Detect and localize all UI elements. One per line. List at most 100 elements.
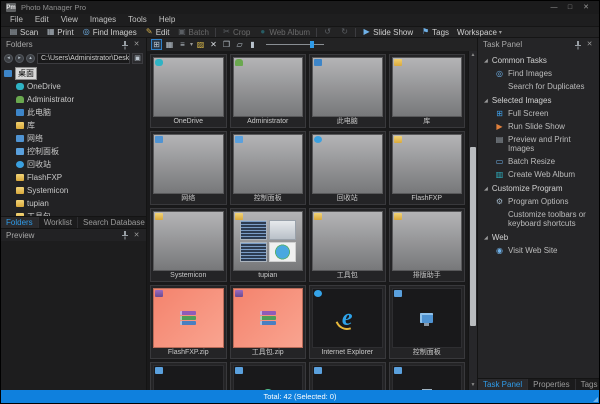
grid-item-item[interactable]: 控制面板: [388, 285, 465, 359]
task-item-find-images[interactable]: Find Images: [478, 67, 599, 80]
tree-item-item[interactable]: 桌面: [1, 67, 146, 80]
close-icon[interactable]: [585, 40, 594, 49]
tree-item-item[interactable]: 网络: [1, 132, 146, 145]
minimize-button[interactable]: —: [546, 1, 562, 14]
grid-item-zip[interactable]: 工具包.zip: [229, 285, 306, 359]
tree-item-onedrive[interactable]: OneDrive: [1, 80, 146, 93]
grid-item-app-windows[interactable]: [150, 362, 227, 390]
delete-button[interactable]: [208, 39, 219, 50]
task-section-selected-images[interactable]: ◢ Selected Images: [478, 93, 599, 107]
scroll-up-icon[interactable]: ▲: [469, 51, 477, 60]
toolbar-rotate-right[interactable]: [336, 26, 353, 38]
task-section-web[interactable]: ◢ Web: [478, 230, 599, 244]
tree-item-tupian[interactable]: tupian: [1, 197, 146, 210]
close-icon[interactable]: [132, 40, 141, 49]
toolbar-crop[interactable]: Crop: [218, 26, 254, 38]
grid-item-item[interactable]: 回收站: [309, 131, 386, 205]
grid-item-app-edge[interactable]: [229, 362, 306, 390]
thumbnails-view-button[interactable]: [151, 39, 162, 50]
menu-view[interactable]: View: [55, 14, 84, 26]
menu-help[interactable]: Help: [153, 14, 181, 26]
grid-item-item[interactable]: 网络: [150, 131, 227, 205]
grid-item-tupian[interactable]: tupian: [229, 208, 306, 282]
toolbar-find-images[interactable]: Find Images: [78, 26, 141, 38]
tab-search-database[interactable]: Search Database: [78, 217, 151, 228]
task-item-visit-web-site[interactable]: Visit Web Site: [478, 244, 599, 257]
new-folder-button[interactable]: [195, 39, 206, 50]
tree-item-administrator[interactable]: Administrator: [1, 93, 146, 106]
pin-icon[interactable]: [575, 40, 581, 49]
move-button[interactable]: [234, 39, 245, 50]
toolbar-edit[interactable]: Edit: [141, 26, 174, 38]
close-button[interactable]: ✕: [578, 1, 594, 14]
toolbar-rotate-left[interactable]: [319, 26, 336, 38]
task-item-run-slide-show[interactable]: Run Slide Show: [478, 120, 599, 133]
menu-tools[interactable]: Tools: [122, 14, 153, 26]
tree-item-item[interactable]: 此电脑: [1, 106, 146, 119]
scrollbar-thumb[interactable]: [470, 146, 476, 327]
toolbar-slide-show[interactable]: Slide Show: [358, 26, 417, 38]
toolbar-workspace[interactable]: Workspace ▾: [453, 26, 506, 38]
toolbar-batch[interactable]: Batch: [174, 26, 213, 38]
scrollbar-track[interactable]: [469, 60, 477, 381]
menu-file[interactable]: File: [4, 14, 29, 26]
task-item-batch-resize[interactable]: Batch Resize: [478, 155, 599, 168]
task-item-preview-and-print-images[interactable]: Preview and Print Images: [478, 133, 599, 155]
chevron-down-icon[interactable]: ▾: [190, 41, 193, 48]
tab-folders[interactable]: Folders: [1, 217, 39, 228]
grid-item-item[interactable]: 排版助手: [388, 208, 465, 282]
tab-properties[interactable]: Properties: [528, 379, 576, 390]
zoom-slider[interactable]: [266, 40, 325, 49]
task-item-search-for-duplicates[interactable]: Search for Duplicates: [478, 80, 599, 93]
tree-item-item[interactable]: 库: [1, 119, 146, 132]
resize-grip[interactable]: [593, 397, 598, 402]
vertical-scrollbar[interactable]: ▲ ▼: [468, 51, 477, 390]
tab-task-panel[interactable]: Task Panel: [478, 379, 529, 390]
grid-item-app-fax[interactable]: [388, 362, 465, 390]
grid-item-flashfxp[interactable]: FlashFXP: [388, 131, 465, 205]
grid-item-item[interactable]: 控制面板: [229, 131, 306, 205]
toolbar-scan[interactable]: Scan: [5, 26, 42, 38]
up-button[interactable]: ▴: [26, 53, 35, 63]
grid-item-onedrive[interactable]: OneDrive: [150, 54, 227, 128]
browse-folder-button[interactable]: ▣: [132, 52, 143, 64]
task-item-program-options[interactable]: Program Options: [478, 195, 599, 208]
grid-item-item[interactable]: 工具包: [309, 208, 386, 282]
task-section-common-tasks[interactable]: ◢ Common Tasks: [478, 53, 599, 67]
task-section-customize-program[interactable]: ◢ Customize Program: [478, 181, 599, 195]
toolbar-print[interactable]: Print: [42, 26, 77, 38]
details-view-button[interactable]: [164, 39, 175, 50]
copy-button[interactable]: [221, 39, 232, 50]
pin-icon[interactable]: [122, 231, 128, 239]
menu-edit[interactable]: Edit: [29, 14, 55, 26]
erase-button[interactable]: [247, 39, 258, 50]
forward-button[interactable]: ▸: [15, 53, 24, 63]
tree-item-flashfxp[interactable]: FlashFXP: [1, 171, 146, 184]
tab-worklist[interactable]: Worklist: [39, 217, 78, 228]
grid-item-app-ie[interactable]: e: [309, 362, 386, 390]
tab-tags[interactable]: Tags: [576, 379, 599, 390]
task-item-full-screen[interactable]: Full Screen: [478, 107, 599, 120]
tree-item-systemicon[interactable]: Systemicon: [1, 184, 146, 197]
grid-item-systemicon[interactable]: Systemicon: [150, 208, 227, 282]
sort-button[interactable]: [177, 39, 188, 50]
grid-item-administrator[interactable]: Administrator: [229, 54, 306, 128]
task-item-create-web-album[interactable]: Create Web Album: [478, 168, 599, 181]
tree-item-item[interactable]: 回收站: [1, 158, 146, 171]
grid-item-flashfxp-zip[interactable]: FlashFXP.zip: [150, 285, 227, 359]
grid-item-item[interactable]: 此电脑: [309, 54, 386, 128]
toolbar-web-album[interactable]: Web Album: [254, 26, 314, 38]
menu-images[interactable]: Images: [84, 14, 122, 26]
scroll-down-icon[interactable]: ▼: [469, 381, 477, 390]
grid-item-internet-explorer[interactable]: e Internet Explorer: [309, 285, 386, 359]
close-icon[interactable]: [132, 231, 141, 240]
toolbar-tags[interactable]: Tags: [417, 26, 453, 38]
back-button[interactable]: ◂: [4, 53, 13, 63]
pin-icon[interactable]: [122, 40, 128, 49]
task-item-customize-toolbars-or-keyboard-shortcuts[interactable]: Customize toolbars or keyboard shortcuts: [478, 208, 599, 230]
grid-item-item[interactable]: 库: [388, 54, 465, 128]
maximize-button[interactable]: □: [562, 1, 578, 14]
tree-item-item[interactable]: 控制面板: [1, 145, 146, 158]
slider-thumb[interactable]: [310, 41, 315, 48]
path-input[interactable]: C:\Users\Administrator\Desktop ▾: [37, 52, 130, 64]
